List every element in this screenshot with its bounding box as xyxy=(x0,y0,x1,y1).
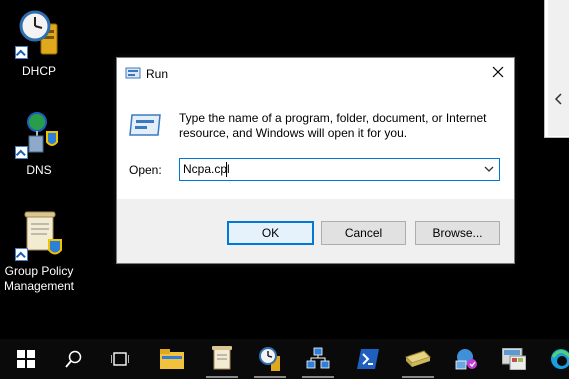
close-icon[interactable] xyxy=(491,65,505,79)
run-prompt-icon xyxy=(129,114,161,136)
active-indicator xyxy=(402,376,434,378)
network-sharing-icon xyxy=(455,349,477,370)
dialog-content-area xyxy=(117,89,514,199)
control-panel-icon xyxy=(502,348,526,370)
network-icon xyxy=(306,347,330,369)
desktop-icon-label: DHCP xyxy=(21,64,56,78)
desktop-icon-label: DNS xyxy=(26,163,52,177)
open-label: Open: xyxy=(129,163,162,177)
taskbar-dhcp[interactable] xyxy=(250,339,290,379)
taskbar-control-panel[interactable] xyxy=(494,339,534,379)
background-window-panel xyxy=(548,0,569,136)
group-policy-icon xyxy=(212,346,232,370)
task-view-button[interactable] xyxy=(100,339,140,379)
active-indicator xyxy=(206,376,238,378)
shortcut-arrow-icon xyxy=(15,46,28,59)
dialog-title: Run xyxy=(146,67,169,81)
powershell-icon xyxy=(357,349,379,369)
taskbar-powershell[interactable] xyxy=(348,339,388,379)
desktop-icon-label-line2: Management xyxy=(3,279,75,293)
taskbar-network-sharing[interactable] xyxy=(446,339,486,379)
edge-icon xyxy=(551,349,569,369)
desktop-icon-dhcp[interactable]: DHCP xyxy=(1,8,77,83)
chevron-left-icon[interactable] xyxy=(554,92,564,106)
browse-button[interactable]: Browse... xyxy=(415,221,500,245)
cancel-button[interactable]: Cancel xyxy=(321,221,406,245)
desktop-icon-group-policy-management[interactable]: Group Policy Management xyxy=(1,210,77,295)
shortcut-arrow-icon xyxy=(15,146,28,159)
shortcut-arrow-icon xyxy=(15,248,28,261)
run-dialog: Run Type the name of a program, folder, … xyxy=(116,57,515,264)
task-view-icon xyxy=(111,352,129,366)
ok-button[interactable]: OK xyxy=(227,221,314,245)
taskbar-network[interactable] xyxy=(298,339,338,379)
description-line-2: resource, and Windows will open it for y… xyxy=(179,126,408,140)
search-button[interactable] xyxy=(53,339,93,379)
server-manager-icon xyxy=(405,350,431,367)
chevron-down-icon[interactable] xyxy=(482,162,496,176)
taskbar-group-policy[interactable] xyxy=(202,339,242,379)
dialog-description: Type the name of a program, folder, docu… xyxy=(179,111,504,141)
search-icon xyxy=(65,350,82,368)
open-combobox[interactable] xyxy=(179,158,500,181)
start-icon xyxy=(17,350,35,368)
active-indicator xyxy=(254,376,286,378)
taskbar-server-manager[interactable] xyxy=(398,339,438,379)
taskbar-edge[interactable] xyxy=(544,339,569,379)
active-indicator xyxy=(302,376,334,378)
desktop-icon-label-line1: Group Policy xyxy=(4,264,74,278)
taskbar-file-explorer[interactable] xyxy=(152,339,192,379)
run-app-icon xyxy=(125,67,141,79)
text-cursor xyxy=(226,162,227,177)
start-button[interactable] xyxy=(6,339,46,379)
dhcp-icon xyxy=(259,347,280,371)
description-line-1: Type the name of a program, folder, docu… xyxy=(179,111,487,125)
file-explorer-icon xyxy=(160,349,184,369)
taskbar xyxy=(0,339,569,379)
background-window[interactable] xyxy=(544,0,569,138)
title-bar[interactable]: Run xyxy=(117,58,514,89)
desktop-icon-dns[interactable]: DNS xyxy=(1,108,77,183)
